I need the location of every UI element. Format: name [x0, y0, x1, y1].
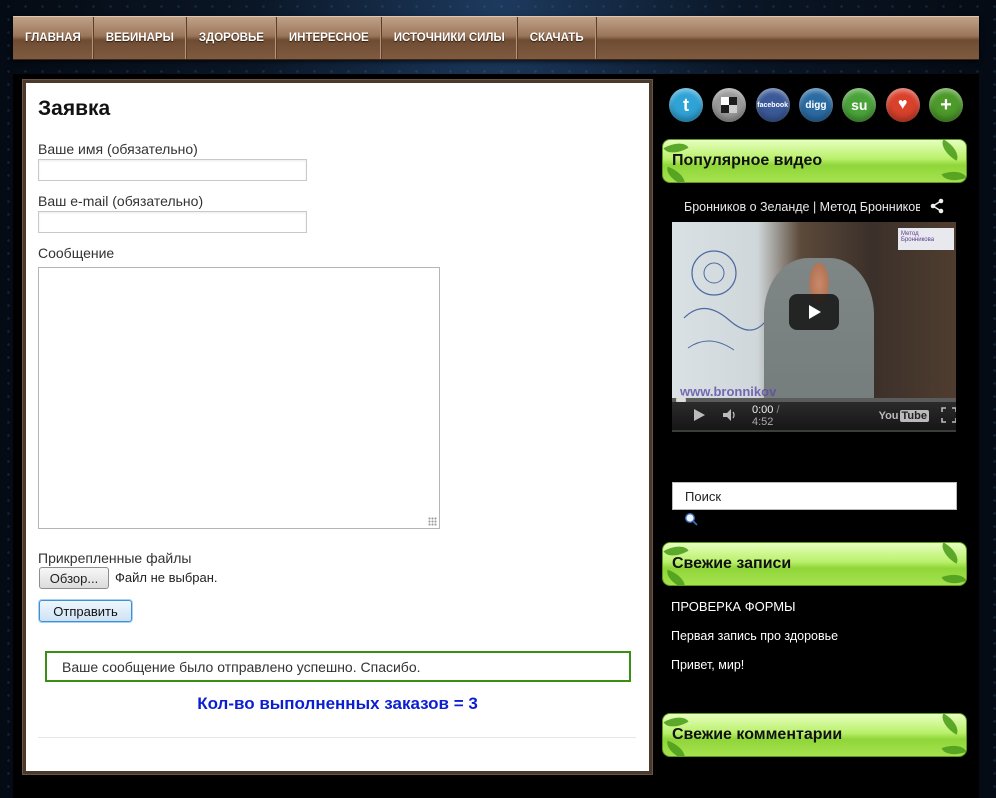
leaf-decoration: [937, 140, 963, 161]
success-message-text: Ваше сообщение было отправлено успешно. …: [62, 658, 421, 675]
recent-comments-header: Свежие комментарии: [662, 713, 967, 757]
popular-video-title: Популярное видео: [672, 152, 823, 169]
recent-posts-header: Свежие записи: [662, 542, 967, 586]
search-icon[interactable]: [684, 512, 698, 531]
leaf-decoration: [937, 714, 963, 735]
social-share-row: t facebook digg su ♥ +: [669, 88, 963, 124]
divider: [38, 737, 636, 738]
volume-icon[interactable]: [722, 408, 738, 425]
leaf-decoration: [937, 543, 963, 564]
favorite-icon[interactable]: ♥: [885, 88, 920, 122]
time-total: 4:52: [752, 416, 774, 428]
video-player[interactable]: Метод Бронникова www.bronnikov 0:00 / 4:…: [672, 222, 956, 432]
nav-item-interesting[interactable]: ИНТЕРЕСНОЕ: [277, 17, 382, 59]
recent-post-link[interactable]: Привет, мир!: [671, 658, 744, 672]
video-watermark: www.bronnikov: [680, 384, 777, 399]
nav-item-download[interactable]: СКАЧАТЬ: [518, 17, 597, 59]
orders-count: Кол-во выполненных заказов = 3: [197, 694, 478, 713]
main-nav: ГЛАВНАЯ ВЕБИНАРЫ ЗДОРОВЬЕ ИНТЕРЕСНОЕ ИСТ…: [13, 16, 979, 60]
page-title: Заявка: [38, 97, 111, 120]
nav-item-sources-of-power[interactable]: ИСТОЧНИКИ СИЛЫ: [382, 17, 518, 59]
youtube-logo[interactable]: You Tube: [879, 410, 929, 422]
delicious-icon[interactable]: [712, 88, 747, 122]
email-label: Ваш e-mail (обязательно): [38, 193, 204, 209]
time-current: 0:00: [752, 404, 774, 416]
email-field[interactable]: [38, 211, 307, 233]
submit-button[interactable]: Отправить: [39, 600, 132, 622]
leaf-decoration: [941, 740, 966, 756]
name-label: Ваше имя (обязательно): [38, 141, 198, 157]
resize-grip-icon[interactable]: [428, 517, 437, 526]
video-thumbnail: Метод Бронникова www.bronnikov: [672, 222, 956, 400]
recent-posts-title: Свежие записи: [672, 555, 792, 572]
play-overlay-button[interactable]: [789, 294, 839, 330]
stumbleupon-icon[interactable]: su: [842, 88, 877, 122]
leaf-decoration: [941, 166, 966, 182]
video-time: 0:00 / 4:52: [752, 404, 789, 428]
nav-item-home[interactable]: ГЛАВНАЯ: [13, 17, 94, 59]
browse-button[interactable]: Обзор...: [39, 567, 109, 589]
nav-item-health[interactable]: ЗДОРОВЬЕ: [187, 17, 277, 59]
name-field[interactable]: [38, 159, 307, 181]
channel-logo: Метод Бронникова: [898, 228, 954, 250]
share-icon[interactable]: [929, 198, 945, 217]
attachments-label: Прикрепленные файлы: [38, 550, 192, 566]
fullscreen-icon[interactable]: [941, 406, 956, 426]
recent-post-link[interactable]: ПРОВЕРКА ФОРМЫ: [671, 599, 796, 614]
success-message: Ваше сообщение было отправлено успешно. …: [45, 651, 631, 682]
message-textarea[interactable]: [38, 267, 440, 529]
popular-video-header: Популярное видео: [662, 139, 967, 183]
whiteboard-sketch: [683, 250, 770, 351]
time-separator: /: [776, 404, 780, 416]
video-controls: 0:00 / 4:52 You Tube: [672, 402, 956, 430]
twitter-icon[interactable]: t: [669, 88, 703, 122]
facebook-icon[interactable]: facebook: [755, 88, 790, 122]
leaf-decoration: [941, 569, 966, 585]
add-more-icon[interactable]: +: [928, 88, 963, 122]
play-icon[interactable]: [692, 408, 706, 425]
recent-comments-title: Свежие комментарии: [672, 726, 843, 743]
file-status: Файл не выбран.: [115, 570, 218, 585]
digg-icon[interactable]: digg: [798, 88, 833, 122]
nav-item-webinars[interactable]: ВЕБИНАРЫ: [94, 17, 187, 59]
message-label: Сообщение: [38, 245, 115, 261]
search-input[interactable]: Поиск: [672, 482, 957, 510]
video-title[interactable]: Бронников о Зеланде | Метод Бронникова: [684, 200, 920, 214]
search-placeholder: Поиск: [685, 488, 722, 504]
content-area: Заявка Ваше имя (обязательно) Ваш e-mail…: [23, 80, 652, 774]
recent-post-link[interactable]: Первая запись про здоровье: [671, 629, 838, 643]
